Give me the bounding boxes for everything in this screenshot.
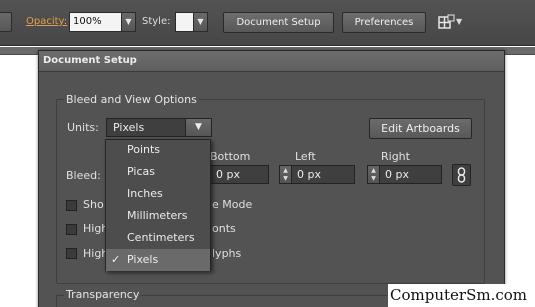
chevron-down-icon[interactable]: ▼ [456,15,462,29]
bleed-left-stepper[interactable]: ▲ ▼ [279,165,292,184]
chevron-down-icon: ▼ [195,122,202,132]
dialog-title[interactable]: Document Setup [39,51,504,72]
arrange-documents-icon[interactable] [438,14,456,31]
option-label-suffix: lyphs [212,247,242,260]
stepper-arrows-icon: ▲ ▼ [371,167,376,182]
style-dropdown-button[interactable]: ▼ [194,12,208,32]
bleed-bottom-field[interactable]: 0 px [211,165,269,184]
bleed-label: Bleed: [66,169,101,182]
style-label: Style: [142,16,171,27]
opacity-dropdown-button[interactable]: ▼ [122,12,136,32]
units-option-inches[interactable]: Inches [106,183,210,205]
checkbox-show-images[interactable] [66,200,77,211]
checkmark-icon: ✓ [111,253,121,266]
style-swatch[interactable] [175,12,194,32]
bleed-right-label: Right [381,150,410,163]
control-bar-left-dropdown[interactable] [0,12,12,32]
bleed-right-stepper[interactable]: ▲ ▼ [367,165,380,184]
units-option-millimeters[interactable]: Millimeters [106,205,210,227]
chevron-down-icon: ▼ [125,17,132,26]
bleed-left-field[interactable]: 0 px [292,165,355,184]
bleed-right-field[interactable]: 0 px [380,165,442,184]
chevron-down-icon: ▼ [197,17,204,26]
chain-link-icon [457,167,466,183]
units-option-centimeters[interactable]: Centimeters [106,227,210,249]
document-setup-button[interactable]: Document Setup [223,12,334,33]
edit-artboards-button[interactable]: Edit Artboards [369,118,472,139]
bleed-left-label: Left [295,150,316,163]
units-option-pixels[interactable]: Pixels [106,249,210,271]
units-select[interactable]: Pixels [106,118,186,137]
units-option-points[interactable]: Points [106,139,210,161]
units-label: Units: [67,121,99,134]
watermark: ComputerSm.com [390,286,527,304]
link-bleed-button[interactable] [452,164,471,186]
preferences-button[interactable]: Preferences [342,12,426,33]
option-label-suffix: e Mode [212,198,253,211]
units-option-picas[interactable]: Picas [106,161,210,183]
transparency-title: Transparency [64,288,142,302]
opacity-label[interactable]: Opacity: [26,16,67,28]
group-title: Bleed and View Options [64,93,199,107]
checkbox-highlight-glyphs[interactable] [66,248,77,259]
units-dropdown-button[interactable]: ▼ [186,118,212,137]
option-label-prefix: Sho [83,198,104,211]
stepper-arrows-icon: ▲ ▼ [283,167,288,182]
bleed-bottom-label: Bottom [210,150,251,163]
option-label-suffix: onts [212,222,236,235]
checkbox-highlight-fonts[interactable] [66,224,77,235]
opacity-field[interactable]: 100% [69,12,122,32]
